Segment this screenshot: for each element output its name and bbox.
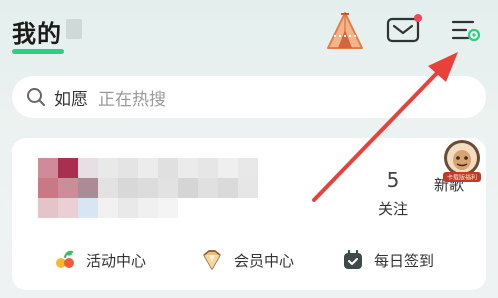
activity-center-button[interactable]: 活动中心 (54, 242, 146, 278)
title-blur (66, 19, 82, 39)
tab-underline (12, 49, 64, 54)
search-bar[interactable]: 如愿 正在热搜 (12, 76, 486, 118)
daily-signin-icon (344, 249, 362, 269)
welfare-badge-icon[interactable]: 卡载版福利 (440, 138, 484, 184)
activity-center-label: 活动中心 (86, 251, 147, 270)
menu-settings-icon[interactable] (448, 14, 484, 46)
daily-signin-label: 每日签到 (374, 251, 435, 270)
daily-signin-button[interactable]: 每日签到 (342, 242, 434, 278)
vip-center-button[interactable]: 会员中心 (200, 242, 294, 278)
page-title[interactable]: 我的 (12, 14, 62, 49)
search-icon (27, 88, 45, 106)
following-count: 5 (386, 168, 400, 192)
search-keyword: 如愿 (54, 89, 88, 110)
following-label: 关注 (377, 200, 408, 218)
search-hint: 正在热搜 (98, 89, 166, 110)
stat-following[interactable]: 5 关注 (374, 168, 412, 219)
badge-text: 卡载版福利 (447, 174, 477, 182)
vip-diamond-icon (203, 250, 221, 270)
unread-dot (414, 14, 422, 22)
mail-icon[interactable] (386, 14, 422, 46)
vip-center-label: 会员中心 (234, 251, 295, 270)
activity-center-icon (56, 250, 74, 268)
tent-icon[interactable] (324, 10, 366, 52)
avatar[interactable] (38, 158, 262, 222)
quick-actions: 活动中心 会员中心 每日签到 (12, 242, 486, 278)
profile-card: 5 关注 新歌 卡载版福利 活动中心 会员中心 每日签到 (12, 138, 486, 290)
